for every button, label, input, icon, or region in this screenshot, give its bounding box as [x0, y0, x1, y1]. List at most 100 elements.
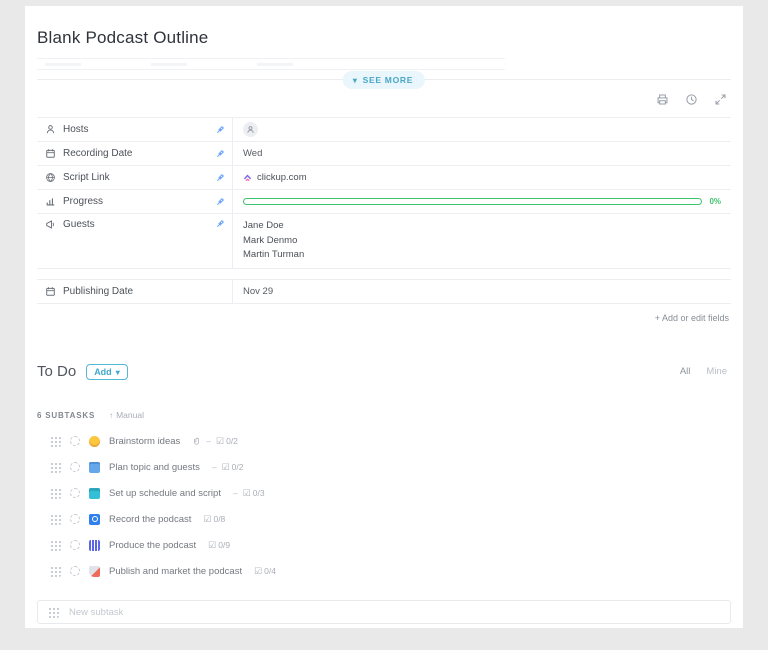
drag-handle-icon[interactable] — [49, 565, 61, 577]
checkbox-icon — [222, 462, 230, 473]
print-icon[interactable] — [656, 93, 669, 106]
todo-section-title: To Do — [37, 363, 76, 380]
status-circle-icon[interactable] — [70, 462, 80, 472]
subtask-row[interactable]: Plan topic and guests 0/2 — [49, 454, 731, 480]
record-icon — [89, 514, 100, 525]
checkbox-icon — [243, 488, 251, 499]
checklist-count[interactable]: 0/8 — [203, 514, 225, 525]
field-name: Publishing Date — [63, 286, 225, 297]
pin-icon[interactable] — [215, 219, 225, 229]
collapsed-fields-placeholder — [37, 58, 505, 70]
field-value-script-link[interactable]: clickup.com — [233, 166, 731, 189]
add-or-edit-fields-button[interactable]: + Add or edit fields — [25, 304, 743, 323]
script-link-text: clickup.com — [257, 172, 307, 183]
checklist-count[interactable]: 0/4 — [254, 566, 276, 577]
pin-icon[interactable] — [215, 173, 225, 183]
globe-icon — [45, 172, 56, 183]
field-label-guests[interactable]: Guests — [37, 214, 233, 268]
add-subtask-button[interactable]: Add — [86, 364, 128, 380]
drag-handle-icon[interactable] — [49, 487, 61, 499]
field-row-guests: Guests Jane Doe Mark Denmo Martin Turman — [37, 213, 731, 268]
recording-date-value: Wed — [243, 148, 262, 159]
subtask-row[interactable]: Brainstorm ideas 0/2 — [49, 428, 731, 454]
sort-control[interactable]: Manual — [109, 410, 144, 420]
user-icon — [45, 124, 56, 135]
subtask-name[interactable]: Plan topic and guests — [109, 462, 200, 473]
field-label-script-link[interactable]: Script Link — [37, 166, 233, 189]
field-label-progress[interactable]: Progress — [37, 190, 233, 213]
field-name: Recording Date — [63, 148, 208, 159]
expand-icon[interactable] — [714, 93, 727, 106]
subtask-row[interactable]: Set up schedule and script 0/3 — [49, 480, 731, 506]
subtask-row[interactable]: Publish and market the podcast 0/4 — [49, 558, 731, 584]
sort-label: Manual — [116, 410, 144, 420]
field-name: Script Link — [63, 172, 208, 183]
status-circle-icon[interactable] — [70, 488, 80, 498]
subtasks-header: 6 SUBTASKS Manual — [25, 380, 743, 424]
script-link[interactable]: clickup.com — [243, 172, 307, 183]
subtask-name[interactable]: Produce the podcast — [109, 540, 196, 551]
field-value-hosts[interactable] — [233, 118, 731, 141]
subtask-list: Brainstorm ideas 0/2 Plan topic and gues… — [25, 424, 743, 584]
drag-handle-icon[interactable] — [49, 539, 61, 551]
see-more-button[interactable]: SEE MORE — [343, 71, 425, 89]
calendar-icon — [45, 148, 56, 159]
subtask-meta: 0/2 — [192, 436, 238, 447]
subtask-name[interactable]: Brainstorm ideas — [109, 436, 180, 447]
field-value-publishing-date[interactable]: Nov 29 — [233, 280, 731, 303]
pin-icon[interactable] — [215, 149, 225, 159]
subtask-meta: 0/4 — [254, 566, 276, 577]
status-circle-icon[interactable] — [70, 436, 80, 446]
field-row-spacer — [37, 268, 731, 279]
filter-mine[interactable]: Mine — [706, 366, 727, 377]
subtask-row[interactable]: Record the podcast 0/8 — [49, 506, 731, 532]
clickup-logo-icon — [243, 173, 252, 182]
progress-percent: 0% — [709, 197, 721, 206]
megaphone-icon — [45, 219, 56, 230]
checkbox-icon — [216, 436, 224, 447]
see-more-label: SEE MORE — [363, 75, 413, 85]
field-name: Guests — [63, 219, 208, 230]
history-icon[interactable] — [685, 93, 698, 106]
field-row-publishing-date: Publishing Date Nov 29 — [37, 279, 731, 303]
checklist-count[interactable]: 0/2 — [222, 462, 244, 473]
subtask-row[interactable]: Produce the podcast 0/9 — [49, 532, 731, 558]
rocket-icon — [89, 566, 100, 577]
lightbulb-icon — [89, 436, 100, 447]
subtask-name[interactable]: Set up schedule and script — [109, 488, 221, 499]
field-row-progress: Progress 0% — [37, 189, 731, 213]
checklist-count[interactable]: 0/3 — [243, 488, 265, 499]
guest-name: Jane Doe — [243, 219, 304, 234]
subtask-name[interactable]: Record the podcast — [109, 514, 191, 525]
drag-handle-icon[interactable] — [49, 461, 61, 473]
guest-name: Martin Turman — [243, 248, 304, 263]
checklist-count[interactable]: 0/2 — [216, 436, 238, 447]
sort-arrow-icon — [109, 410, 113, 420]
subtask-name[interactable]: Publish and market the podcast — [109, 566, 242, 577]
new-subtask-row — [37, 600, 731, 624]
field-label-hosts[interactable]: Hosts — [37, 118, 233, 141]
paperclip-icon — [192, 437, 201, 446]
todo-filters: All Mine — [680, 366, 727, 377]
drag-handle-icon[interactable] — [49, 513, 61, 525]
filter-all[interactable]: All — [680, 366, 691, 377]
chevron-down-icon — [353, 75, 358, 85]
drag-handle-icon[interactable] — [49, 435, 61, 447]
field-value-progress[interactable]: 0% — [233, 190, 731, 213]
assignee-avatar-placeholder[interactable] — [243, 122, 258, 137]
field-value-guests[interactable]: Jane Doe Mark Denmo Martin Turman — [233, 214, 731, 268]
subtask-count-label: 6 SUBTASKS — [37, 411, 95, 420]
field-label-recording-date[interactable]: Recording Date — [37, 142, 233, 165]
checkbox-icon — [203, 514, 211, 525]
field-value-recording-date[interactable]: Wed — [233, 142, 731, 165]
new-subtask-input[interactable] — [67, 606, 721, 619]
pin-icon[interactable] — [215, 197, 225, 207]
status-circle-icon[interactable] — [70, 540, 80, 550]
status-circle-icon[interactable] — [70, 566, 80, 576]
checklist-count[interactable]: 0/9 — [208, 540, 230, 551]
field-label-publishing-date[interactable]: Publishing Date — [37, 280, 233, 303]
pin-icon[interactable] — [215, 125, 225, 135]
subtask-meta: 0/9 — [208, 540, 230, 551]
calendar-icon — [45, 286, 56, 297]
status-circle-icon[interactable] — [70, 514, 80, 524]
